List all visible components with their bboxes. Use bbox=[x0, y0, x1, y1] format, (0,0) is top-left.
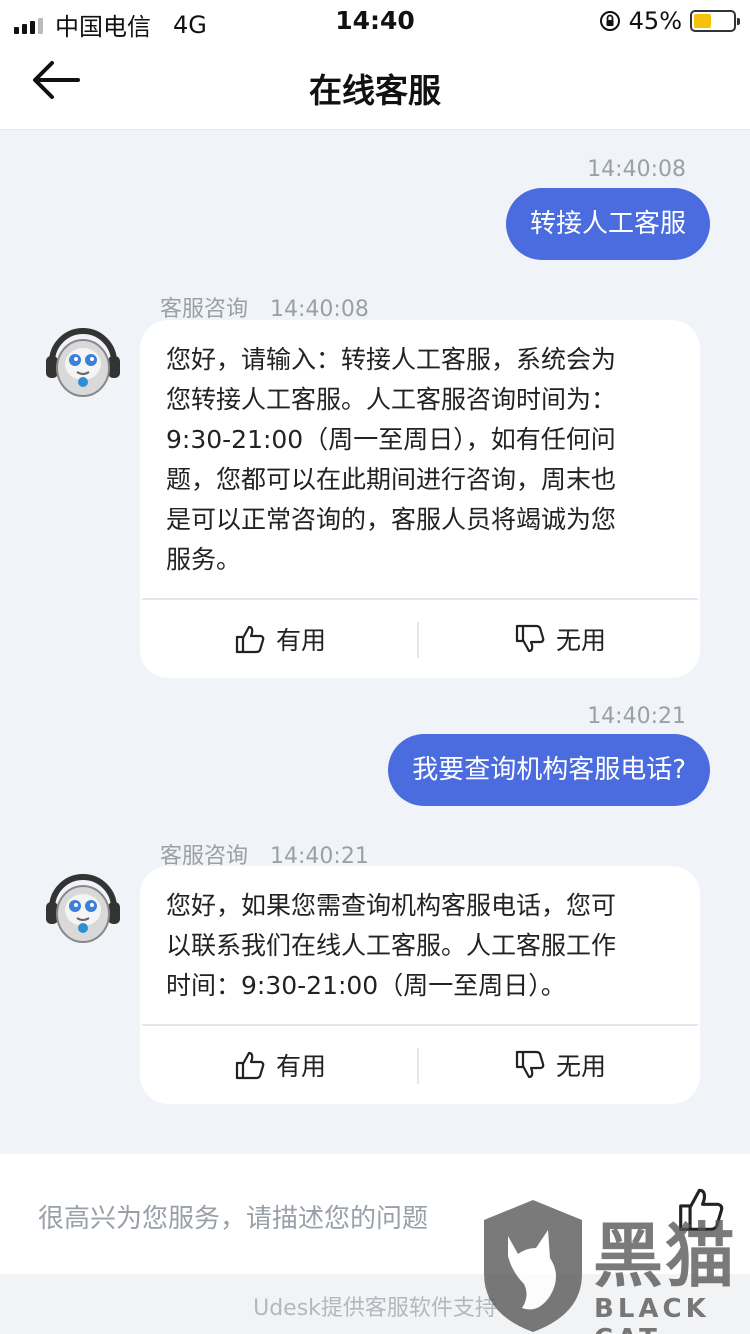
message-line: 是可以正常咨询的，客服人员将竭诚为您 bbox=[166, 505, 617, 534]
message-line: 您好，如果您需查询机构客服电话，您可 bbox=[166, 891, 617, 920]
page-title: 在线客服 bbox=[309, 71, 441, 110]
useful-label: 有用 bbox=[275, 626, 326, 655]
battery-icon bbox=[690, 10, 740, 32]
thumbs-up-icon bbox=[235, 625, 265, 654]
agent-message-text: 您好，请输入：转接人工客服，系统会为 您转接人工客服。人工客服咨询时间为： 9:… bbox=[140, 320, 700, 598]
cat-shield-icon bbox=[484, 1200, 582, 1332]
message-line: 9:30-21:00（周一至周日），如有任何问 bbox=[166, 425, 616, 454]
agent-avatar-icon bbox=[46, 874, 120, 943]
useless-label: 无用 bbox=[555, 1052, 606, 1081]
useful-button[interactable]: 有用 bbox=[140, 621, 420, 657]
orientation-lock-icon bbox=[599, 11, 620, 31]
agent-name: 客服咨询 bbox=[160, 297, 249, 322]
watermark-en: BLACK CAT bbox=[594, 1294, 710, 1334]
useful-button[interactable]: 有用 bbox=[140, 1047, 420, 1083]
agent-avatar-icon bbox=[46, 328, 120, 397]
action-separator bbox=[417, 1048, 419, 1084]
battery-fill bbox=[694, 14, 712, 28]
feedback-actions: 有用 无用 bbox=[140, 1026, 700, 1104]
useful-label: 有用 bbox=[275, 1052, 326, 1081]
status-right: 45% bbox=[599, 7, 740, 35]
message-input[interactable]: 很高兴为您服务，请描述您的问题 bbox=[38, 1198, 428, 1235]
message-line: 您转接人工客服。人工客服咨询时间为： bbox=[166, 385, 617, 414]
battery-percent: 45% bbox=[628, 7, 682, 35]
message-timestamp: 14:40:21 bbox=[587, 704, 686, 729]
message-line: 以联系我们在线人工客服。人工客服工作 bbox=[166, 931, 617, 960]
feedback-actions: 有用 无用 bbox=[140, 600, 700, 678]
useless-label: 无用 bbox=[555, 626, 606, 655]
message-line: 您好，请输入：转接人工客服，系统会为 bbox=[166, 345, 617, 374]
thumbs-up-icon bbox=[235, 1051, 265, 1080]
agent-meta: 客服咨询 14:40:08 bbox=[160, 291, 369, 323]
agent-message-card: 您好，如果您需查询机构客服电话，您可 以联系我们在线人工客服。人工客服工作 时间… bbox=[140, 866, 700, 1104]
agent-message-text: 您好，如果您需查询机构客服电话，您可 以联系我们在线人工客服。人工客服工作 时间… bbox=[140, 866, 700, 1024]
message-timestamp: 14:40:08 bbox=[587, 157, 686, 182]
message-line: 时间：9:30-21:00（周一至周日）。 bbox=[166, 971, 566, 1000]
message-timestamp: 14:40:08 bbox=[270, 297, 369, 322]
thumbs-down-icon bbox=[515, 1050, 545, 1079]
nav-header: 在线客服 bbox=[0, 40, 750, 130]
black-cat-watermark: 黑猫 BLACK CAT bbox=[478, 1196, 750, 1334]
watermark-zh: 黑猫 bbox=[593, 1215, 737, 1297]
useless-button[interactable]: 无用 bbox=[420, 621, 700, 657]
message-line: 题，您都可以在此期间进行咨询，周末也 bbox=[166, 465, 617, 494]
user-message-bubble: 转接人工客服 bbox=[505, 188, 710, 260]
action-separator bbox=[417, 622, 419, 658]
agent-message-card: 您好，请输入：转接人工客服，系统会为 您转接人工客服。人工客服咨询时间为： 9:… bbox=[140, 320, 700, 678]
user-message-bubble: 我要查询机构客服电话? bbox=[388, 734, 710, 806]
thumbs-down-icon bbox=[515, 624, 545, 653]
status-bar: 中国电信 4G 14:40 45% bbox=[0, 0, 750, 41]
useless-button[interactable]: 无用 bbox=[420, 1047, 700, 1083]
message-line: 服务。 bbox=[166, 545, 242, 574]
